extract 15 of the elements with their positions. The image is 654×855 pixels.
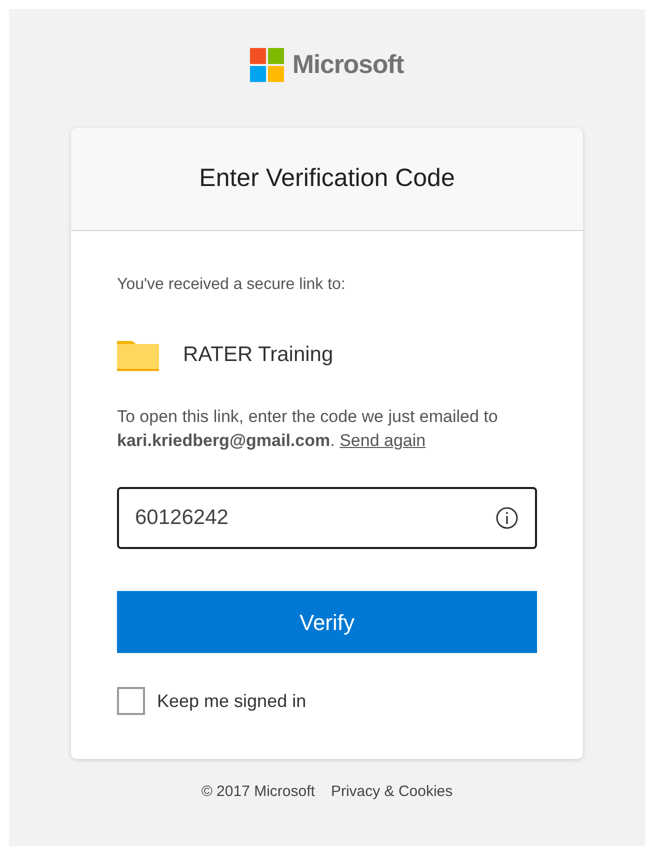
footer-link[interactable]: Privacy & Cookies [330,781,453,804]
logo-icon [250,48,284,82]
code-field[interactable]: 60126242 [117,487,537,549]
info-icon[interactable] [495,506,519,530]
checkbox[interactable] [117,687,145,715]
checkbox-label: Keep me signed in [157,690,306,713]
logo-text: Microsoft [292,48,404,81]
intro-text: You've received a secure link to: [117,275,346,295]
verify-button[interactable]: Verify [117,591,537,653]
send-again-link[interactable]: Send again [340,431,426,450]
instructions-text: To open this link, enter the code we just emailed to kari.kriedberg@gmail.com. Send again [117,406,499,452]
copyright-text: © 2017 Microsoft [201,782,315,802]
item-name: RATER Training [183,342,334,368]
folder-icon [117,339,159,371]
card-title: Enter Verification Code [199,163,455,194]
